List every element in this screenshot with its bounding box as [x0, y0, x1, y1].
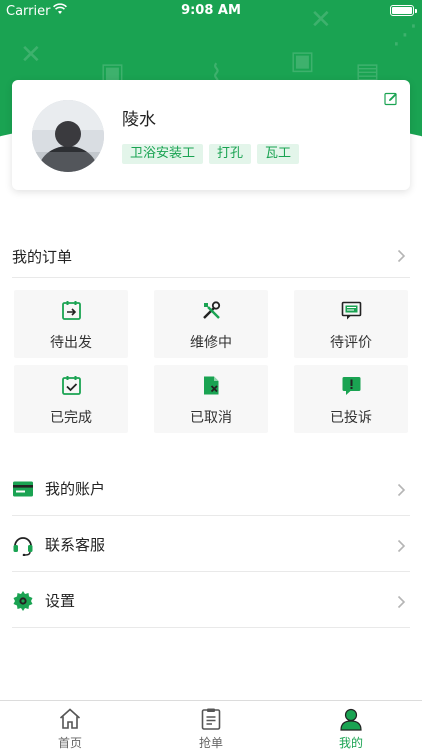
skill-tags: 卫浴安装工 打孔 瓦工 — [122, 144, 300, 164]
order-pending-departure[interactable]: 待出发 — [14, 290, 128, 358]
tools-icon — [201, 300, 222, 321]
chevron-right-icon — [397, 248, 406, 263]
order-status-label: 已投诉 — [330, 410, 372, 426]
document-cancel-icon — [201, 375, 222, 396]
wrench-decoration-icon: ✕ — [20, 40, 42, 70]
order-status-label: 待出发 — [50, 335, 92, 351]
avatar[interactable] — [32, 100, 104, 172]
orders-header[interactable]: 我的订单 — [12, 234, 410, 278]
chevron-right-icon — [397, 538, 406, 553]
profile-card: 陵水 卫浴安装工 打孔 瓦工 — [12, 80, 410, 190]
skill-tag: 瓦工 — [257, 144, 300, 164]
status-time: 9:08 AM — [181, 3, 241, 18]
order-status-label: 已完成 — [50, 410, 92, 426]
order-status-label: 维修中 — [190, 335, 232, 351]
menu-label: 我的账户 — [45, 480, 106, 498]
orders-title: 我的订单 — [12, 248, 73, 266]
card-icon — [12, 478, 34, 500]
headset-icon — [12, 534, 34, 557]
order-cancelled[interactable]: 已取消 — [154, 365, 268, 433]
order-completed[interactable]: 已完成 — [14, 365, 128, 433]
menu-label: 设置 — [45, 592, 76, 610]
order-status-label: 待评价 — [330, 335, 372, 351]
tab-label: 首页 — [57, 736, 82, 750]
menu-my-account[interactable]: 我的账户 — [12, 460, 410, 516]
order-status-label: 已取消 — [190, 410, 232, 426]
edit-icon[interactable] — [384, 91, 398, 106]
order-in-repair[interactable]: 维修中 — [154, 290, 268, 358]
tab-bar: 首页 抢单 我的 — [0, 700, 422, 750]
status-bar: Carrier 9:08 AM — [0, 0, 422, 22]
menu-settings[interactable]: 设置 — [12, 572, 410, 628]
tab-home[interactable]: 首页 — [40, 701, 100, 750]
tab-label: 抢单 — [198, 736, 223, 750]
calendar-check-icon — [61, 375, 82, 396]
order-complained[interactable]: 已投诉 — [294, 365, 408, 433]
calendar-arrow-icon — [61, 300, 82, 321]
complaint-icon — [341, 375, 362, 396]
tab-label: 我的 — [338, 736, 363, 750]
order-pending-review[interactable]: 待评价 — [294, 290, 408, 358]
chevron-right-icon — [397, 594, 406, 609]
skill-tag: 打孔 — [209, 144, 252, 164]
box-decoration-icon: ▣ — [290, 46, 315, 76]
skill-tag: 卫浴安装工 — [122, 144, 204, 164]
user-icon — [339, 707, 363, 731]
menu-contact-support[interactable]: 联系客服 — [12, 516, 410, 572]
gear-icon — [12, 590, 34, 612]
battery-icon — [390, 5, 417, 16]
share-decoration-icon: ⋰ — [392, 20, 418, 50]
profile-name: 陵水 — [122, 110, 156, 130]
home-icon — [58, 707, 82, 731]
chevron-right-icon — [397, 482, 406, 497]
menu-label: 联系客服 — [45, 536, 106, 554]
comment-icon — [341, 300, 362, 321]
tab-grab-order[interactable]: 抢单 — [181, 701, 241, 750]
clipboard-icon — [199, 707, 223, 731]
tab-mine[interactable]: 我的 — [321, 701, 381, 750]
